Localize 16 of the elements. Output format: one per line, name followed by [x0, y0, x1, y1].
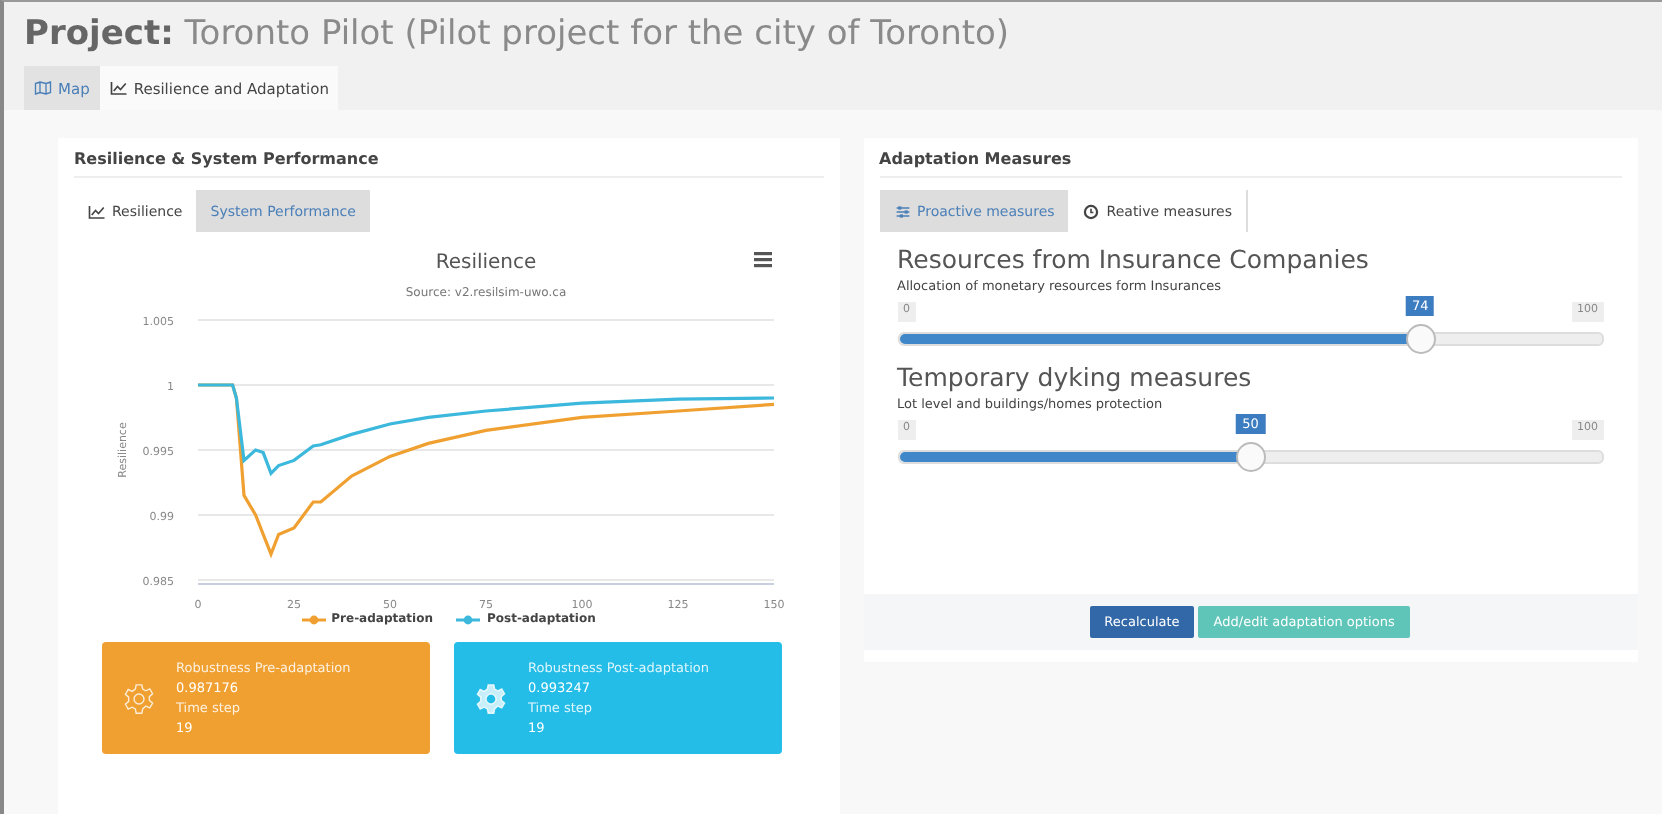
measure-title: Temporary dyking measures: [897, 362, 1254, 392]
panel-title: Resilience & System Performance: [74, 150, 823, 178]
slider-handle[interactable]: [1236, 442, 1267, 472]
sliders-icon: [893, 203, 911, 219]
page-title: Project: Toronto Pilot (Pilot project for the city of Toronto): [22, 12, 1012, 58]
map-icon: [34, 80, 52, 96]
panel-title: Adaptation Measures: [879, 150, 1622, 178]
menu-icon[interactable]: [754, 252, 772, 268]
gear-outline-icon: [122, 681, 156, 715]
line-chart-icon: [88, 203, 106, 219]
slider-handle[interactable]: [1405, 324, 1436, 354]
line-chart-icon: [109, 80, 128, 96]
measure-title: Resources from Insurance Companies: [897, 244, 1371, 274]
chart-title: Resilience: [435, 252, 537, 274]
gear-icon: [474, 681, 508, 715]
clock-icon: [1082, 203, 1101, 219]
